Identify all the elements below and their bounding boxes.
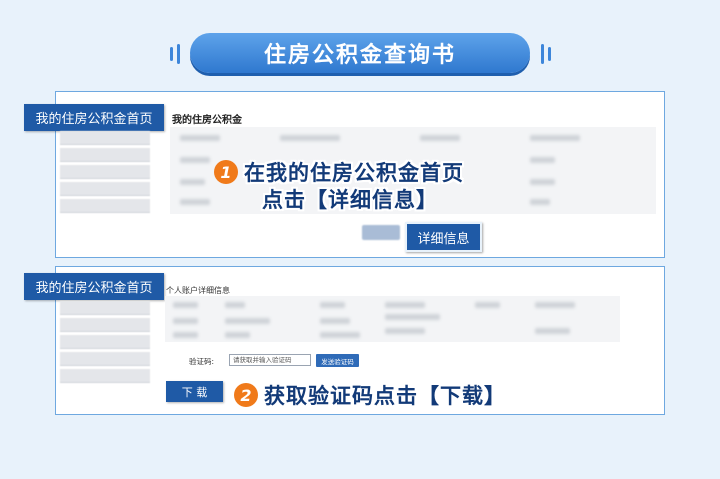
panel1-section-tag: 我的住房公积金首页 <box>24 104 164 131</box>
sidebar-item[interactable] <box>60 148 150 162</box>
detail-info-button[interactable]: 详细信息 <box>405 222 482 252</box>
blurred-field <box>180 157 210 163</box>
title-decoration-left-1 <box>170 47 173 61</box>
step-1-text-line1: 在我的住房公积金首页 <box>244 161 464 185</box>
blurred-field <box>180 135 220 141</box>
send-code-button[interactable]: 发送验证码 <box>316 354 359 367</box>
page-title-banner: 住房公积金查询书 <box>190 33 530 73</box>
panel2-heading: 个人账户详细信息 <box>166 286 230 295</box>
blurred-field <box>173 332 198 338</box>
panel1-sidebar <box>60 131 150 216</box>
page-title: 住房公积金查询书 <box>263 43 456 68</box>
panel2-sidebar <box>60 301 150 386</box>
step-1-badge: 1 <box>214 160 238 184</box>
panel2-section-tag: 我的住房公积金首页 <box>24 273 164 300</box>
title-decoration-right-2 <box>548 47 551 61</box>
sidebar-item[interactable] <box>60 369 150 383</box>
blurred-field <box>530 199 550 205</box>
sidebar-item[interactable] <box>60 165 150 179</box>
step-2-instruction: 2 获取验证码点击【下载】 <box>234 380 506 410</box>
blurred-field <box>475 302 500 308</box>
sidebar-item[interactable] <box>60 199 150 213</box>
blurred-field <box>225 332 250 338</box>
blurred-field <box>530 157 555 163</box>
blurred-field <box>225 302 245 308</box>
blurred-field <box>420 135 460 141</box>
blurred-field <box>385 302 425 308</box>
blurred-field <box>180 199 210 205</box>
blurred-field <box>385 314 440 320</box>
sidebar-item[interactable] <box>60 182 150 196</box>
blurred-field <box>535 328 570 334</box>
captcha-input[interactable]: 请获取并输入验证码 <box>229 354 311 366</box>
step-2-badge: 2 <box>234 383 258 407</box>
step-1-instruction: 1 在我的住房公积金首页 <box>214 157 464 187</box>
blurred-button[interactable] <box>362 225 400 240</box>
sidebar-item[interactable] <box>60 318 150 332</box>
blurred-field <box>320 302 345 308</box>
blurred-field <box>225 318 270 324</box>
blurred-field <box>535 302 575 308</box>
blurred-field <box>530 135 580 141</box>
step-1-text-line2: 点击【详细信息】 <box>262 188 438 212</box>
captcha-label: 验证码: <box>189 357 215 366</box>
blurred-field <box>180 179 205 185</box>
sidebar-item[interactable] <box>60 301 150 315</box>
sidebar-item[interactable] <box>60 131 150 145</box>
blurred-field <box>173 318 198 324</box>
panel1-heading: 我的住房公积金 <box>172 115 242 126</box>
title-decoration-left-2 <box>177 44 180 64</box>
blurred-field <box>385 328 425 334</box>
download-button[interactable]: 下 载 <box>166 381 223 402</box>
blurred-field <box>173 302 198 308</box>
sidebar-item[interactable] <box>60 335 150 349</box>
panel2-info-table <box>165 296 620 342</box>
sidebar-item[interactable] <box>60 352 150 366</box>
step-2-text: 获取验证码点击【下载】 <box>264 384 506 408</box>
blurred-field <box>320 332 360 338</box>
title-decoration-right-1 <box>541 44 544 64</box>
blurred-field <box>320 318 350 324</box>
blurred-field <box>530 179 555 185</box>
blurred-field <box>280 135 340 141</box>
